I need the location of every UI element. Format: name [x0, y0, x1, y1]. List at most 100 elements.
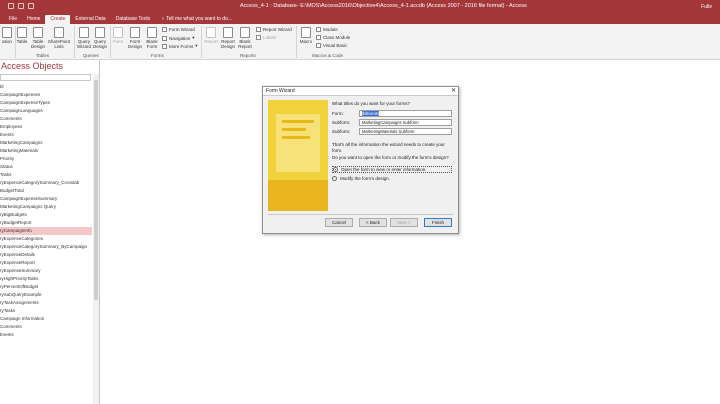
list-item[interactable]: CampaignLanguages: [0, 107, 92, 115]
group-label-forms: Forms: [151, 53, 164, 58]
subform-1-title-input[interactable]: MarketingCampaigns Subform: [359, 119, 452, 126]
ribbon-tabs: File Home Create External Data Database …: [0, 14, 720, 24]
tab-file[interactable]: File: [4, 15, 22, 24]
form-design-icon: [130, 27, 140, 38]
radio-button[interactable]: [332, 176, 337, 181]
navigation-button[interactable]: Navigation ▾: [162, 35, 195, 41]
open-form-option[interactable]: Open the form to view or enter informati…: [332, 166, 452, 173]
class-module-button[interactable]: Class Module: [316, 35, 350, 40]
labels-icon: [256, 35, 261, 40]
list-item[interactable]: ryPercentOfBudget: [0, 283, 92, 291]
navigation-icon: [162, 35, 167, 41]
nav-pane-title[interactable]: Access Objects: [0, 60, 99, 73]
blank-form-button[interactable]: Blank Form: [143, 27, 161, 49]
modify-design-option[interactable]: Modify the form's design.: [332, 175, 452, 182]
list-item[interactable]: ryExpenseDetails: [0, 251, 92, 259]
form-title-label: Form:: [332, 111, 344, 116]
list-item[interactable]: BudgetTotal: [0, 187, 92, 195]
list-item[interactable]: CampaignExpenseTypes: [0, 99, 92, 107]
list-item[interactable]: MarketingMaterials: [0, 147, 92, 155]
blank-report-button[interactable]: Blank Report: [236, 27, 254, 49]
chevron-down-icon: ▾: [195, 43, 198, 48]
list-item[interactable]: Status: [0, 163, 92, 171]
undo-icon[interactable]: [18, 3, 24, 9]
form-design-button[interactable]: Form Design: [126, 27, 144, 49]
list-item[interactable]: MarketingCampaigns Query: [0, 203, 92, 211]
table-design-button[interactable]: Table Design: [29, 27, 47, 49]
form-wizard-dialog: Form Wizard ✕ What titles do you want fo…: [262, 86, 459, 234]
tab-home[interactable]: Home: [22, 15, 45, 24]
query-design-icon: [95, 27, 105, 38]
tab-create[interactable]: Create: [45, 15, 71, 24]
window-title: Access_4-1 : Database- E:\MOS\Access2016…: [240, 3, 527, 9]
titles-question: What titles do you want for your forms?: [332, 101, 411, 106]
list-item[interactable]: Priority: [0, 155, 92, 163]
close-icon[interactable]: ✕: [451, 87, 456, 96]
report-design-icon: [223, 27, 233, 38]
user-name[interactable]: Fulle: [701, 4, 712, 10]
cancel-button[interactable]: Cancel: [325, 218, 353, 227]
blank-report-icon: [240, 27, 250, 38]
finish-button[interactable]: Finish: [424, 218, 452, 227]
form-wizard-icon: [162, 27, 167, 32]
more-forms-button[interactable]: More Forms ▾: [162, 43, 198, 49]
module-icon: [316, 27, 321, 32]
redo-icon[interactable]: [28, 3, 34, 9]
class-module-icon: [316, 35, 321, 40]
nav-search-input[interactable]: [0, 74, 91, 81]
group-label-queries: Queries: [83, 53, 99, 58]
table-button[interactable]: Table: [14, 27, 30, 44]
save-icon[interactable]: [8, 3, 14, 9]
subform-1-label: Subform:: [332, 120, 351, 125]
form-button[interactable]: Form: [111, 27, 125, 44]
wizard-illustration: [268, 100, 328, 211]
list-item[interactable]: ryHighPriorityTasks: [0, 275, 92, 283]
report-wizard-button[interactable]: Report Wizard: [256, 27, 292, 32]
list-item[interactable]: ryTaskAssignments: [0, 299, 92, 307]
module-button[interactable]: Module: [316, 27, 338, 32]
list-item[interactable]: ryExpenseCategorySummary_ByCampaign: [0, 243, 92, 251]
back-button[interactable]: < Back: [359, 218, 387, 227]
tell-me-box[interactable]: ♀ Tell me what you want to do...: [155, 15, 232, 24]
form-title-input[interactable]: tblEvents: [359, 110, 452, 117]
list-item[interactable]: ryTasks: [0, 307, 92, 315]
subform-2-label: Subform:: [332, 129, 351, 134]
macro-button[interactable]: Macro: [298, 27, 314, 44]
application-parts-button[interactable]: ation: [0, 27, 14, 44]
list-item-selected[interactable]: ryCampaignInfo: [0, 227, 92, 235]
list-item[interactable]: bl: [0, 83, 92, 91]
list-item[interactable]: Comments: [0, 323, 92, 331]
list-item[interactable]: ryExpenseSummary: [0, 267, 92, 275]
more-forms-icon: [162, 43, 167, 49]
report-button[interactable]: Report: [203, 27, 219, 44]
subform-2-title-input[interactable]: MarketingMaterials Subform: [359, 128, 452, 135]
scrollbar-thumb[interactable]: [94, 80, 98, 300]
visual-basic-button[interactable]: Visual Basic: [316, 43, 347, 48]
list-item[interactable]: Campaign Information: [0, 315, 92, 323]
list-item[interactable]: Events: [0, 131, 92, 139]
report-design-button[interactable]: Report Design: [219, 27, 237, 49]
form-wizard-button[interactable]: Form Wizard: [162, 27, 195, 32]
list-item[interactable]: ryExpenseCategories: [0, 235, 92, 243]
tab-database-tools[interactable]: Database Tools: [111, 15, 155, 24]
list-item[interactable]: ryExpenseReport: [0, 259, 92, 267]
list-item[interactable]: ryBudgetReport: [0, 219, 92, 227]
next-button[interactable]: Next >: [390, 218, 418, 227]
list-item[interactable]: Events: [0, 331, 92, 339]
list-item[interactable]: Employees: [0, 123, 92, 131]
list-item[interactable]: CampaignExpenseSummary: [0, 195, 92, 203]
sharepoint-lists-button[interactable]: SharePoint Lists: [46, 27, 72, 49]
list-item[interactable]: Comments: [0, 115, 92, 123]
list-item[interactable]: rySubQueryExample: [0, 291, 92, 299]
ribbon: ation Table Table Design SharePoint List…: [0, 24, 720, 60]
tab-external-data[interactable]: External Data: [70, 15, 110, 24]
list-item[interactable]: CampaignExpenses: [0, 91, 92, 99]
radio-button[interactable]: [333, 167, 338, 172]
labels-button[interactable]: Labels: [256, 35, 276, 40]
list-item[interactable]: ryExpenseCategorySummary_Crosstab: [0, 179, 92, 187]
list-item[interactable]: MarketingCampaigns: [0, 139, 92, 147]
query-design-button[interactable]: Query Design: [91, 27, 109, 49]
nav-scrollbar[interactable]: [93, 74, 99, 404]
list-item[interactable]: Tasks: [0, 171, 92, 179]
list-item[interactable]: ryBigBudgets: [0, 211, 92, 219]
